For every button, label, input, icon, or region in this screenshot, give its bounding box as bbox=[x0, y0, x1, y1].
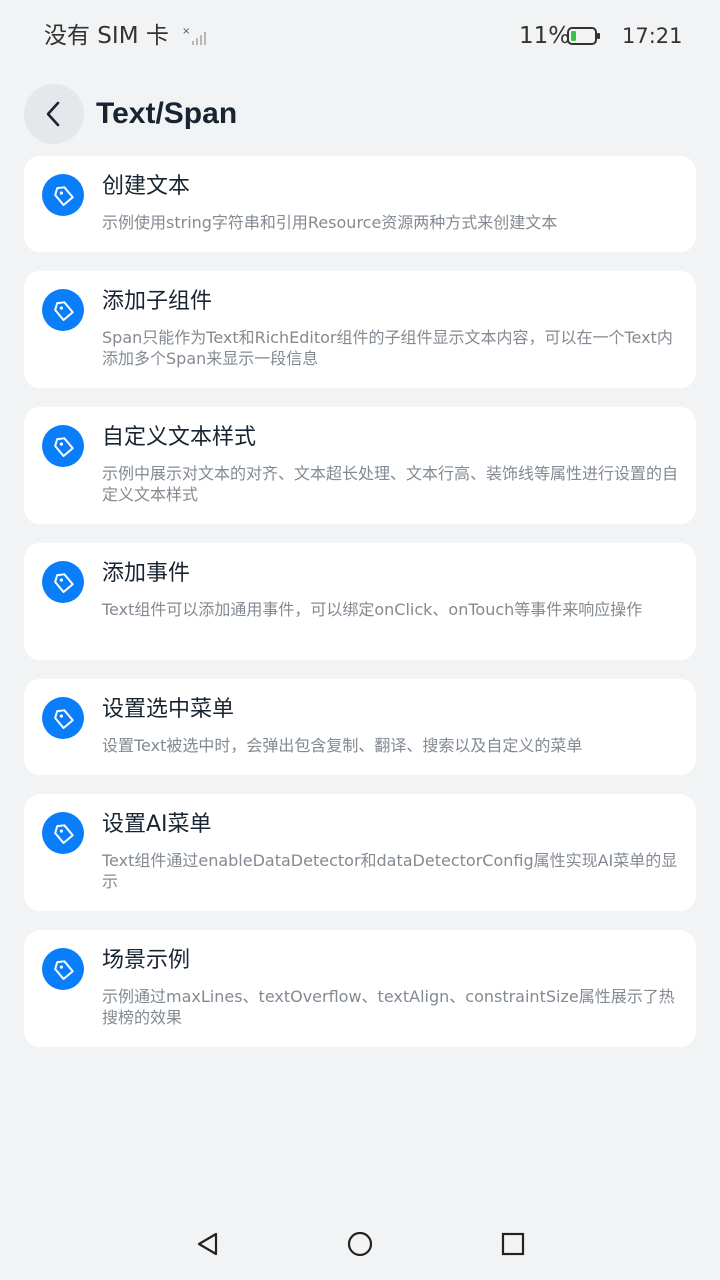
list-item-add-event[interactable]: 添加事件 Text组件可以添加通用事件，可以绑定onClick、onTouch等… bbox=[24, 543, 696, 660]
list-item-description: 示例使用string字符串和引用Resource资源两种方式来创建文本 bbox=[102, 213, 558, 232]
list-item-create-text[interactable]: 创建文本 示例使用string字符串和引用Resource资源两种方式来创建文本 bbox=[24, 156, 696, 252]
svg-text:×: × bbox=[182, 26, 190, 37]
list-item-description: 设置Text被选中时，会弹出包含复制、翻译、搜索以及自定义的菜单 bbox=[102, 736, 583, 755]
list-item-title: 设置AI菜单 bbox=[102, 812, 212, 837]
clock: 17:21 bbox=[622, 24, 683, 48]
system-nav-bar bbox=[0, 1208, 720, 1280]
list-item-title: 自定义文本样式 bbox=[102, 425, 257, 450]
list-item-title: 设置选中菜单 bbox=[102, 697, 235, 722]
list-item-description: 示例通过maxLines、textOverflow、textAlign、cons… bbox=[102, 987, 675, 1027]
list-item-title: 创建文本 bbox=[102, 174, 191, 199]
tag-icon bbox=[42, 561, 84, 603]
back-button[interactable] bbox=[24, 84, 84, 144]
list-item-add-child[interactable]: 添加子组件 Span只能作为Text和RichEditor组件的子组件显示文本内… bbox=[24, 271, 696, 388]
list-item-title: 添加事件 bbox=[102, 561, 191, 586]
tag-icon bbox=[42, 425, 84, 467]
battery-icon bbox=[567, 26, 601, 46]
list-item-title: 添加子组件 bbox=[102, 289, 213, 314]
page-title: Text/Span bbox=[96, 97, 238, 130]
status-bar: 没有 SIM 卡 × 11% 17:21 bbox=[0, 0, 720, 72]
square-recents-icon bbox=[501, 1232, 525, 1256]
list-item-description: Span只能作为Text和RichEditor组件的子组件显示文本内容，可以在一… bbox=[102, 328, 673, 368]
header: Text/Span bbox=[0, 84, 720, 144]
list-item-description: Text组件可以添加通用事件，可以绑定onClick、onTouch等事件来响应… bbox=[102, 600, 643, 619]
nav-recents-button[interactable] bbox=[493, 1224, 533, 1264]
tag-icon bbox=[42, 289, 84, 331]
list-item-custom-style[interactable]: 自定义文本样式 示例中展示对文本的对齐、文本超长处理、文本行高、装饰线等属性进行… bbox=[24, 407, 696, 524]
nav-back-button[interactable] bbox=[188, 1224, 228, 1264]
list-item-description: Text组件通过enableDataDetector和dataDetectorC… bbox=[102, 851, 678, 891]
tag-icon bbox=[42, 812, 84, 854]
signal-icon: × bbox=[180, 24, 210, 48]
battery-percent: 11% bbox=[519, 23, 571, 49]
list-item-scenario-example[interactable]: 场景示例 示例通过maxLines、textOverflow、textAlign… bbox=[24, 930, 696, 1047]
tag-icon bbox=[42, 697, 84, 739]
nav-home-button[interactable] bbox=[340, 1224, 380, 1264]
tag-icon bbox=[42, 174, 84, 216]
list-item-ai-menu[interactable]: 设置AI菜单 Text组件通过enableDataDetector和dataDe… bbox=[24, 794, 696, 911]
triangle-back-icon bbox=[197, 1232, 218, 1256]
carrier-label: 没有 SIM 卡 bbox=[44, 23, 169, 49]
list-item-description: 示例中展示对文本的对齐、文本超长处理、文本行高、装饰线等属性进行设置的自定义文本… bbox=[102, 464, 679, 504]
list-item-selection-menu[interactable]: 设置选中菜单 设置Text被选中时，会弹出包含复制、翻译、搜索以及自定义的菜单 bbox=[24, 679, 696, 775]
circle-home-icon bbox=[347, 1231, 373, 1257]
tag-icon bbox=[42, 948, 84, 990]
chevron-left-icon bbox=[46, 101, 60, 127]
list-item-title: 场景示例 bbox=[102, 948, 191, 973]
